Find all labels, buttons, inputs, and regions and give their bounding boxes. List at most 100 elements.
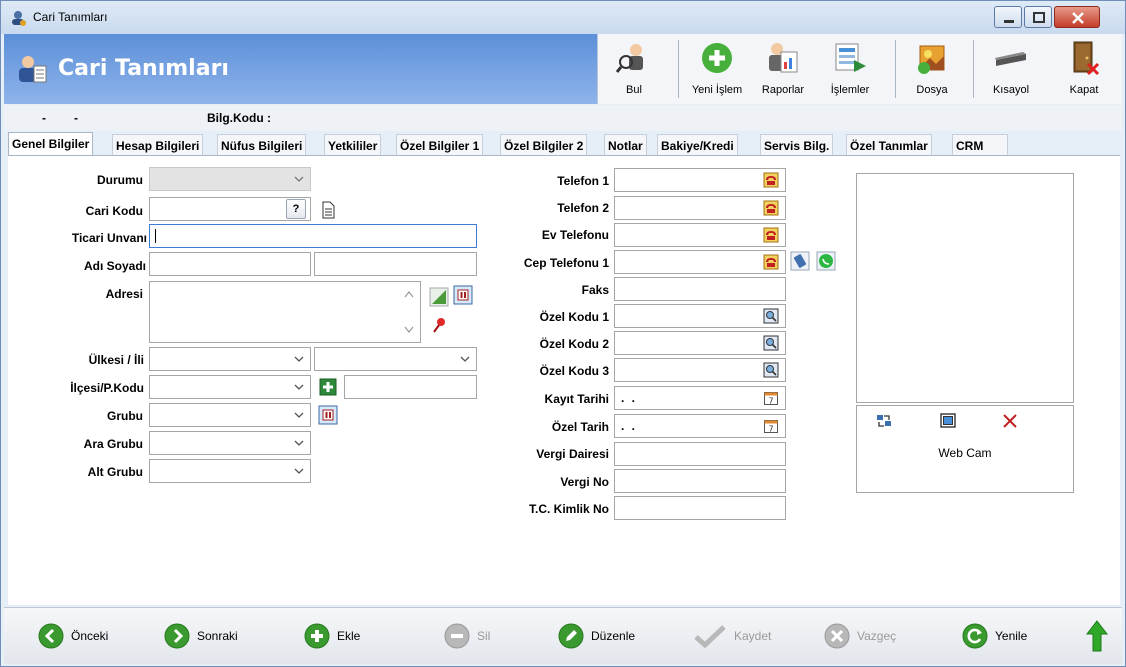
cancel-button[interactable]: Vazgeç xyxy=(824,608,924,665)
arrow-right-icon xyxy=(164,623,190,649)
tab-nufus-bilgileri[interactable]: Nüfus Bilgileri xyxy=(217,134,307,156)
alt-grubu-select[interactable] xyxy=(149,459,311,483)
calendar-icon[interactable]: 7 xyxy=(763,390,779,406)
il-select[interactable] xyxy=(314,347,477,371)
adresi-label: Adresi xyxy=(105,287,143,301)
module-header: Cari Tanımları Bul Yeni İşlem Raporlar İ… xyxy=(4,34,1122,104)
chevron-down-icon xyxy=(460,356,470,362)
operations-button[interactable]: İşlemler xyxy=(822,34,878,104)
tab-notlar[interactable]: Notlar xyxy=(604,134,647,156)
photo-frame[interactable] xyxy=(856,173,1074,403)
scroll-down-icon[interactable] xyxy=(404,326,414,334)
map-icon[interactable] xyxy=(429,287,449,307)
ozel-tarih-input[interactable]: . . 7 xyxy=(614,414,786,438)
scroll-up-icon[interactable] xyxy=(404,290,414,298)
find-label: Bul xyxy=(626,84,642,96)
document-icon[interactable] xyxy=(318,200,338,220)
refresh-button[interactable]: Yenile xyxy=(962,608,1052,665)
next-button[interactable]: Sonraki xyxy=(164,608,264,665)
tab-bakiye-kredi[interactable]: Bakiye/Kredi xyxy=(657,134,738,156)
grubu-pause-icon[interactable] xyxy=(318,405,338,425)
ev-telefonu-label: Ev Telefonu xyxy=(541,228,609,242)
tc-kimlik-no-input[interactable] xyxy=(614,496,786,520)
exit-button[interactable]: Kapat xyxy=(1054,34,1114,104)
phone-icon[interactable] xyxy=(763,200,779,216)
app-icon xyxy=(12,11,26,26)
shortcut-button[interactable]: Kısayol xyxy=(982,34,1040,104)
tc-kimlik-no-label: T.C. Kimlik No xyxy=(528,502,609,516)
vergi-dairesi-input[interactable] xyxy=(614,442,786,466)
svg-text:7: 7 xyxy=(768,425,773,434)
mobile-phone-icon[interactable] xyxy=(790,251,810,271)
cep-telefonu1-input[interactable] xyxy=(614,250,786,274)
tab-crm[interactable]: CRM xyxy=(952,134,1008,156)
adresi-textarea[interactable] xyxy=(149,281,421,343)
pin-icon[interactable] xyxy=(429,315,449,335)
telefon2-input[interactable] xyxy=(614,196,786,220)
phone-icon[interactable] xyxy=(763,227,779,243)
swap-photo-icon[interactable] xyxy=(875,412,893,430)
checkmark-icon xyxy=(694,625,726,649)
phone-icon[interactable] xyxy=(763,254,779,270)
previous-button[interactable]: Önceki xyxy=(38,608,138,665)
maximize-button[interactable] xyxy=(1024,6,1052,28)
webcam-icon[interactable] xyxy=(939,412,957,430)
telefon1-input[interactable] xyxy=(614,168,786,192)
calendar-icon[interactable]: 7 xyxy=(763,418,779,434)
chevron-down-icon xyxy=(294,412,304,418)
exit-door-icon xyxy=(1073,41,1100,76)
file-button[interactable]: Dosya xyxy=(904,34,960,104)
lookup-icon[interactable] xyxy=(763,308,779,324)
arrow-up-icon[interactable] xyxy=(1086,620,1108,652)
phone-icon[interactable] xyxy=(763,172,779,188)
adi-input[interactable] xyxy=(149,252,311,276)
lookup-icon[interactable] xyxy=(763,362,779,378)
lookup-icon[interactable] xyxy=(763,335,779,351)
new-operation-button[interactable]: Yeni İşlem xyxy=(686,34,748,104)
tab-yetkililer[interactable]: Yetkililer xyxy=(324,134,382,156)
pause-icon[interactable] xyxy=(453,285,473,305)
save-button[interactable]: Kaydet xyxy=(694,608,794,665)
tab-ozel-tanimlar[interactable]: Özel Tanımlar xyxy=(846,134,932,156)
close-icon xyxy=(1072,12,1084,24)
vergi-no-input[interactable] xyxy=(614,469,786,493)
close-button[interactable] xyxy=(1054,6,1100,28)
delete-button[interactable]: Sil xyxy=(444,608,524,665)
kayit-tarihi-input[interactable]: . . 7 xyxy=(614,386,786,410)
telefon2-label: Telefon 2 xyxy=(557,201,609,215)
tab-ozel-bilgiler-2[interactable]: Özel Bilgiler 2 xyxy=(500,134,588,156)
cari-kodu-help-button[interactable]: ? xyxy=(286,199,306,219)
whatsapp-icon[interactable] xyxy=(816,251,836,271)
durumu-select[interactable] xyxy=(149,167,311,191)
chevron-down-icon xyxy=(294,176,304,182)
kayit-tarihi-value: . . xyxy=(621,391,638,405)
tab-servis-bilg[interactable]: Servis Bilg. xyxy=(760,134,834,156)
ozel-kodu1-label: Özel Kodu 1 xyxy=(539,310,609,324)
ara-grubu-select[interactable] xyxy=(149,431,311,455)
edit-button[interactable]: Düzenle xyxy=(558,608,658,665)
durumu-label: Durumu xyxy=(97,173,143,187)
posta-kodu-input[interactable] xyxy=(344,375,477,399)
delete-photo-icon[interactable] xyxy=(1001,412,1019,430)
ozel-kodu3-input[interactable] xyxy=(614,358,786,382)
ticari-unvani-input[interactable] xyxy=(149,224,477,248)
ulke-select[interactable] xyxy=(149,347,311,371)
ilce-select[interactable] xyxy=(149,375,311,399)
reports-button[interactable]: Raporlar xyxy=(753,34,813,104)
chevron-down-icon xyxy=(294,356,304,362)
tab-ozel-bilgiler-1[interactable]: Özel Bilgiler 1 xyxy=(396,134,484,156)
cari-kodu-input[interactable]: ? xyxy=(149,197,311,221)
toolbar-divider xyxy=(895,40,896,98)
add-button[interactable]: Ekle xyxy=(304,608,384,665)
ev-telefonu-input[interactable] xyxy=(614,223,786,247)
ozel-kodu1-input[interactable] xyxy=(614,304,786,328)
ozel-kodu2-input[interactable] xyxy=(614,331,786,355)
add-ilce-icon[interactable] xyxy=(318,377,338,397)
soyadi-input[interactable] xyxy=(314,252,477,276)
grubu-select[interactable] xyxy=(149,403,311,427)
tab-genel-bilgiler[interactable]: Genel Bilgiler xyxy=(8,132,94,156)
minimize-button[interactable] xyxy=(994,6,1022,28)
tab-hesap-bilgileri[interactable]: Hesap Bilgileri xyxy=(112,134,204,156)
find-button[interactable]: Bul xyxy=(606,34,662,104)
faks-input[interactable] xyxy=(614,277,786,301)
